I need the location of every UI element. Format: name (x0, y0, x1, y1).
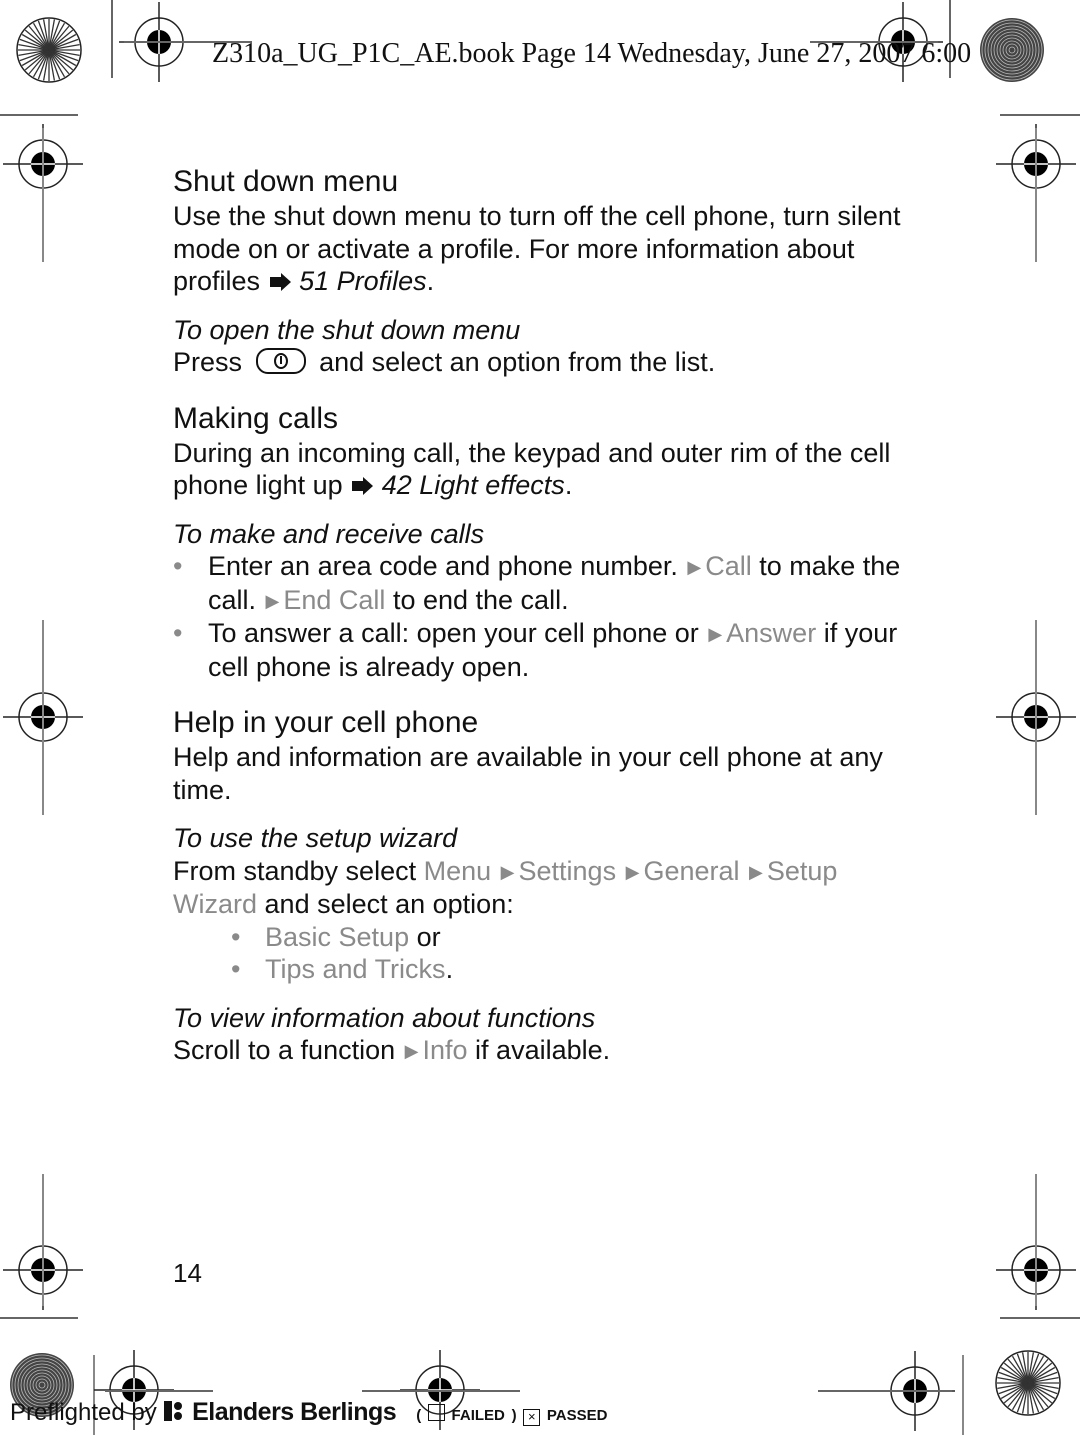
list-item: Basic Setup or (173, 921, 913, 954)
cross-reference-arrow-icon (352, 477, 374, 495)
option-list: Basic Setup or Tips and Tricks. (173, 921, 913, 986)
list-item: To answer a call: open your cell phone o… (173, 617, 913, 683)
menu-term: Settings (518, 855, 617, 886)
instruction: Press and select an option from the list… (173, 347, 716, 377)
section-shut-down-menu: Shut down menu Use the shut down menu to… (173, 164, 913, 379)
print-slug: Z310a_UG_P1C_AE.book Page 14 Wednesday, … (212, 38, 972, 69)
section-body: Help and information are available in yo… (173, 742, 883, 805)
page-number: 14 (173, 1258, 202, 1288)
cross-reference-link[interactable]: 51 Profiles (299, 266, 427, 296)
section-making-calls: Making calls During an incoming call, th… (173, 401, 913, 684)
select-arrow-icon: ▶ (749, 861, 763, 882)
menu-term: Call (705, 551, 752, 581)
list-item: Tips and Tricks. (173, 953, 913, 986)
menu-term: Answer (726, 618, 817, 648)
select-arrow-icon: ▶ (265, 590, 280, 611)
menu-term: Tips and Tricks (265, 954, 446, 984)
preflight-footer: Preflighted by Elanders Berlings ( FAILE… (10, 1398, 608, 1426)
instruction: From standby select Menu ▶ Settings ▶ Gene… (173, 855, 838, 920)
subsection-title: To use the setup wizard (173, 823, 458, 853)
section-title: Making calls (173, 401, 339, 435)
subsection-title: To make and receive calls (173, 518, 485, 549)
section-title: Shut down menu (173, 165, 399, 198)
section-body: During an incoming call, the keypad and … (173, 437, 891, 501)
menu-term: Basic Setup (265, 921, 410, 952)
passed-checkbox-checked: × (523, 1409, 541, 1426)
instruction-list: Enter an area code and phone number. ▶Ca… (173, 550, 913, 683)
menu-term: End Call (283, 584, 386, 615)
section-body: Use the shut down menu to turn off the c… (173, 201, 901, 296)
cross-reference-link[interactable]: 42 Light effects (382, 470, 565, 500)
select-arrow-icon: ▶ (404, 1041, 419, 1061)
menu-term: Info (422, 1035, 468, 1065)
concentric-mark-top-right (980, 18, 1044, 82)
power-key-icon (255, 348, 306, 374)
subsection-title: To view information about functions (173, 1002, 596, 1033)
section-title: Help in your cell phone (173, 706, 479, 739)
cross-reference-arrow-icon (269, 273, 291, 291)
section-help: Help in your cell phone Help and informa… (173, 705, 913, 1068)
failed-label: FAILED (451, 1407, 505, 1424)
instruction: Scroll to a function ▶ Info if available. (173, 1035, 611, 1065)
menu-term: Menu (423, 855, 492, 886)
select-arrow-icon: ▶ (708, 624, 723, 644)
menu-term: General (643, 855, 740, 886)
starburst-mark-bottom-right (995, 1350, 1061, 1416)
page-content: Shut down menu Use the shut down menu to… (173, 164, 913, 1068)
select-arrow-icon: ▶ (625, 861, 640, 882)
brand-name: Elanders Berlings (192, 1398, 397, 1426)
subsection-title: To open the shut down menu (173, 314, 521, 345)
passed-label: PASSED (546, 1407, 608, 1424)
select-arrow-icon: ▶ (687, 557, 702, 577)
select-arrow-icon: ▶ (500, 861, 515, 882)
failed-checkbox (427, 1404, 445, 1421)
starburst-mark-top-left (16, 17, 82, 83)
elanders-logo-icon (164, 1401, 183, 1421)
list-item: Enter an area code and phone number. ▶Ca… (173, 550, 913, 617)
